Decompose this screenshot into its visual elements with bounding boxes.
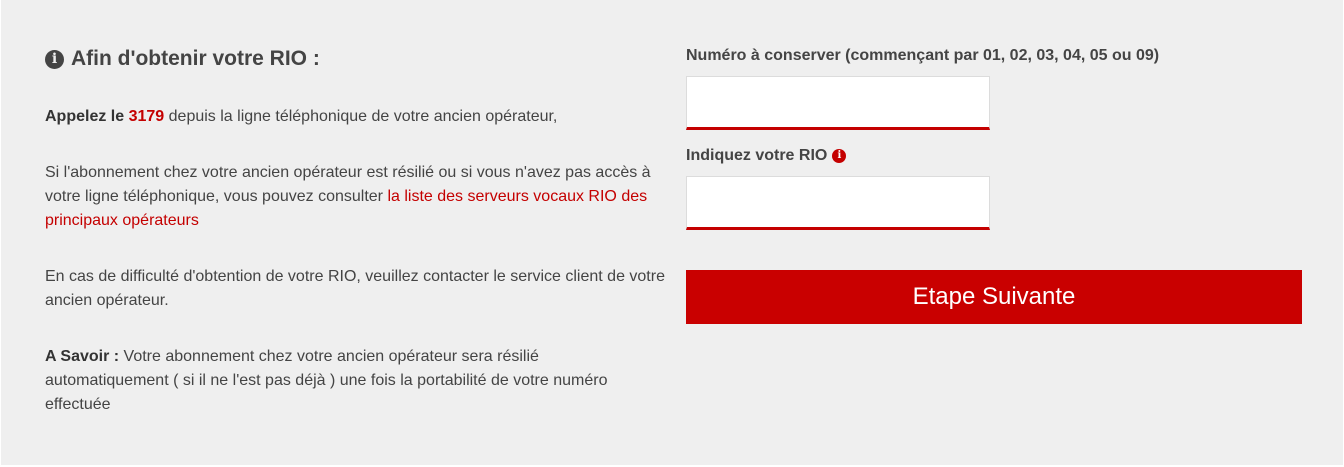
info-circle-icon[interactable]: i: [832, 149, 847, 163]
instructions-heading-text: Afin d'obtenir votre RIO :: [71, 47, 320, 70]
rio-label: Indiquez votre RIO i: [686, 144, 1302, 168]
rio-phone-number: 3179: [128, 108, 165, 125]
number-label-text: Numéro à conserver (commençant par 01, 0…: [686, 47, 1160, 64]
rio-instructions: i Afin d'obtenir votre RIO : Appelez le …: [45, 44, 665, 417]
rio-input[interactable]: [686, 176, 990, 230]
portability-panel: i Afin d'obtenir votre RIO : Appelez le …: [1, 0, 1343, 465]
call-instruction-text: depuis la ligne téléphonique de votre an…: [168, 108, 558, 125]
instructions-heading: i Afin d'obtenir votre RIO :: [45, 44, 665, 74]
alternative-instruction: Si l'abonnement chez votre ancien opérat…: [45, 161, 665, 233]
number-label: Numéro à conserver (commençant par 01, 0…: [686, 44, 1302, 68]
call-instruction: Appelez le 3179 depuis la ligne téléphon…: [45, 105, 665, 129]
portability-form: Numéro à conserver (commençant par 01, 0…: [686, 44, 1302, 324]
a-savoir-note: A Savoir : Votre abonnement chez votre a…: [45, 345, 665, 417]
difficulty-note: En cas de difficulté d'obtention de votr…: [45, 268, 665, 309]
info-circle-icon: i: [45, 49, 64, 69]
call-prefix: Appelez le: [45, 108, 125, 125]
rio-label-text: Indiquez votre RIO: [686, 147, 828, 164]
a-savoir-text: Votre abonnement chez votre ancien opéra…: [45, 348, 608, 413]
next-step-button[interactable]: Etape Suivante: [686, 270, 1302, 324]
number-input[interactable]: [686, 76, 990, 130]
a-savoir-prefix: A Savoir :: [45, 348, 120, 365]
